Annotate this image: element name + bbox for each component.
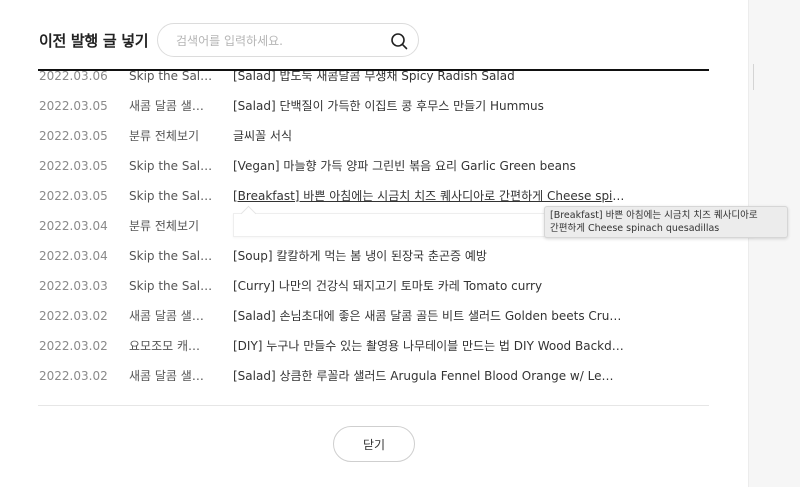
post-category: Skip the Sal… (129, 69, 213, 83)
post-title-link[interactable]: [Salad] 밥도둑 새콤달콤 무생채 Spicy Radish Salad (233, 61, 625, 91)
post-title-link[interactable]: 글씨꼴 서식 (233, 121, 625, 151)
post-date: 2022.03.02 (39, 309, 108, 323)
list-header-divider (38, 69, 709, 71)
post-date: 2022.03.06 (39, 69, 108, 83)
bottom-divider (38, 405, 709, 406)
post-title-link[interactable]: [Curry] 나만의 건강식 돼지고기 토마토 카레 Tomato curry (233, 271, 625, 301)
list-item[interactable]: 2022.03.03 Skip the Sal… [Curry] 나만의 건강식… (0, 271, 748, 301)
post-title-link[interactable]: [DIY] 누구나 만들수 있는 촬영용 나무테이블 만드는 법 DIY Woo… (233, 331, 625, 361)
tooltip-line: 간편하게 Cheese spinach quesadillas (550, 223, 720, 234)
post-category: Skip the Sal… (129, 189, 213, 203)
list-item[interactable]: 2022.03.05 Skip the Sal… [Vegan] 마늘향 가득 … (0, 151, 748, 181)
search-input[interactable] (174, 30, 378, 52)
post-category: 새콤 달콤 샐… (129, 309, 204, 323)
list-item[interactable]: 2022.03.02 요모조모 캐… [DIY] 누구나 만들수 있는 촬영용 … (0, 331, 748, 361)
list-item[interactable]: 2022.03.06 Skip the Sal… [Salad] 밥도둑 새콤달… (0, 61, 748, 91)
post-category: Skip the Sal… (129, 279, 213, 293)
post-category: 분류 전체보기 (129, 129, 200, 143)
post-date: 2022.03.05 (39, 159, 108, 173)
post-title-link[interactable]: [Salad] 상큼한 루꼴라 샐러드 Arugula Fennel Blood… (233, 361, 625, 390)
post-date: 2022.03.02 (39, 369, 108, 383)
title-tooltip: [Breakfast] 바쁜 아침에는 시금치 치즈 퀘사디아로 간편하게 Ch… (544, 206, 788, 238)
post-category: Skip the Sal… (129, 249, 213, 263)
post-category: 요모조모 캐… (129, 339, 201, 353)
post-title-link[interactable]: [Salad] 손님초대에 좋은 새콤 달콤 골든 비트 샐러드 Golden … (233, 301, 625, 331)
close-button[interactable]: 닫기 (333, 426, 415, 462)
right-scroll-gutter (748, 0, 800, 487)
post-category: 새콤 달콤 샐… (129, 99, 204, 113)
post-date: 2022.03.03 (39, 279, 108, 293)
post-date: 2022.03.02 (39, 339, 108, 353)
post-date: 2022.03.05 (39, 189, 108, 203)
list-item[interactable]: 2022.03.02 새콤 달콤 샐… [Salad] 손님초대에 좋은 새콤 … (0, 301, 748, 331)
post-category: Skip the Sal… (129, 159, 213, 173)
post-title-link[interactable]: [Vegan] 마늘향 가득 양파 그린빈 볶음 요리 Garlic Green… (233, 151, 625, 181)
post-title-link[interactable]: [Salad] 단백질이 가득한 이집트 콩 후무스 만들기 Hummus (233, 91, 625, 121)
post-category: 분류 전체보기 (129, 219, 200, 233)
list-item[interactable]: 2022.03.02 새콤 달콤 샐… [Salad] 상큼한 루꼴라 샐러드 … (0, 361, 748, 390)
search-icon[interactable] (388, 30, 410, 52)
scrollbar-thumb[interactable] (753, 64, 754, 90)
dialog-title: 이전 발행 글 넣기 (39, 32, 149, 50)
list-item[interactable]: 2022.03.05 분류 전체보기 글씨꼴 서식 (0, 121, 748, 151)
post-date: 2022.03.04 (39, 219, 108, 233)
list-item[interactable]: 2022.03.05 새콤 달콤 샐… [Salad] 단백질이 가득한 이집트… (0, 91, 748, 121)
post-date: 2022.03.05 (39, 129, 108, 143)
post-date: 2022.03.04 (39, 249, 108, 263)
post-date: 2022.03.05 (39, 99, 108, 113)
list-item[interactable]: 2022.03.04 Skip the Sal… [Soup] 칼칼하게 먹는 … (0, 241, 748, 271)
tooltip-line: [Breakfast] 바쁜 아침에는 시금치 치즈 퀘사디아로 (550, 210, 758, 221)
post-category: 새콤 달콤 샐… (129, 369, 204, 383)
search-box (157, 23, 419, 57)
post-title-link[interactable]: [Soup] 칼칼하게 먹는 봄 냉이 된장국 춘곤증 예방 (233, 241, 625, 271)
